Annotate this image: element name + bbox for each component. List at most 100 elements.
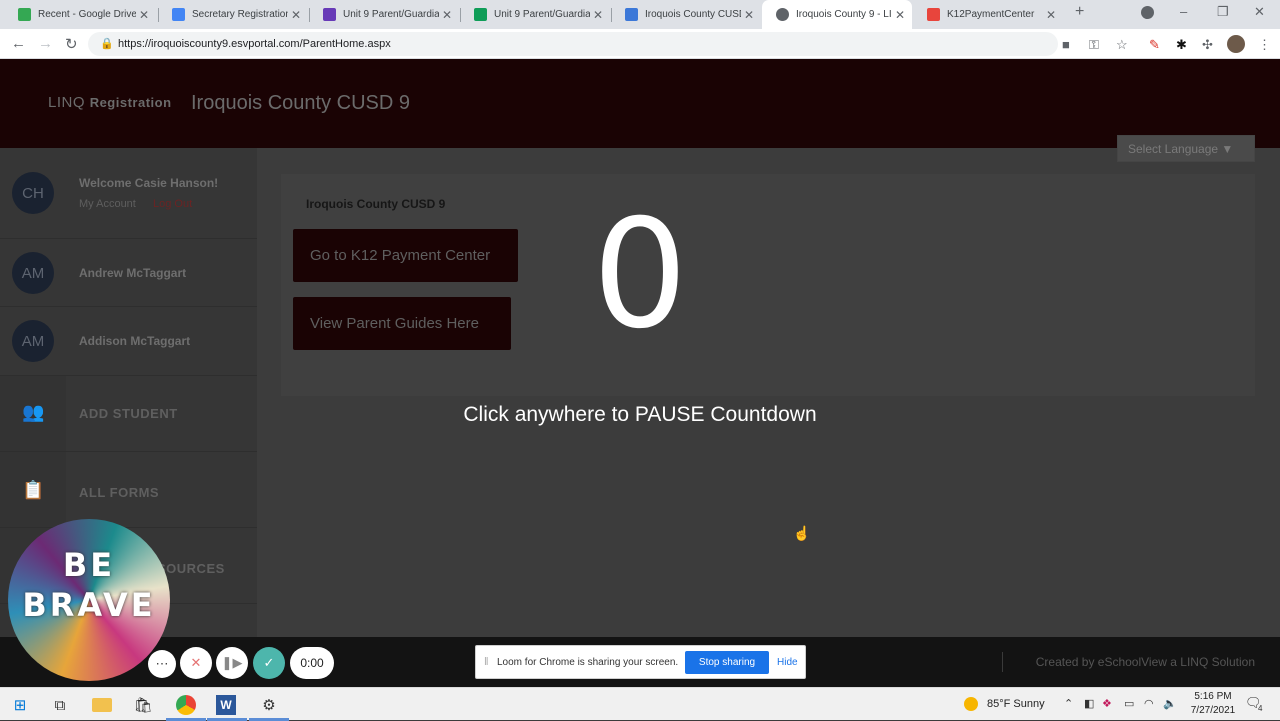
tab-google-drive[interactable]: Recent - Google Drive ✕ xyxy=(4,0,156,29)
google-drive-icon xyxy=(18,8,31,21)
card-title: Iroquois County CUSD 9 xyxy=(306,197,446,211)
pen-extension-icon[interactable]: ✎ xyxy=(1149,37,1160,53)
student-name: Andrew McTaggart xyxy=(79,266,187,280)
maximize-icon[interactable]: ❐ xyxy=(1217,4,1229,20)
menu-label: ALL FORMS xyxy=(79,485,160,500)
clock-date: 7/27/2021 xyxy=(1190,705,1236,716)
camera-icon[interactable]: ■ xyxy=(1062,37,1070,52)
chrome-icon[interactable] xyxy=(176,695,196,715)
window-close-icon[interactable]: ✕ xyxy=(1254,4,1265,20)
clock-time: 5:16 PM xyxy=(1194,691,1232,702)
close-icon[interactable]: ✕ xyxy=(1043,8,1059,22)
close-icon[interactable]: ✕ xyxy=(590,8,606,22)
tray-chevron-icon[interactable]: ⌃ xyxy=(1064,697,1073,710)
sidebar-item-add-student[interactable]: 👥 ADD STUDENT xyxy=(0,376,257,452)
profile-avatar[interactable] xyxy=(1227,35,1245,53)
sidebar-item-student[interactable]: AM Andrew McTaggart xyxy=(0,239,257,307)
minimize-icon[interactable]: – xyxy=(1180,4,1187,19)
file-explorer-icon[interactable] xyxy=(92,698,112,712)
close-icon[interactable]: ✕ xyxy=(136,8,152,22)
volume-icon[interactable]: 🔈 xyxy=(1163,697,1177,710)
system-clock[interactable]: 5:16 PM 7/27/2021 xyxy=(1184,690,1242,718)
battery-icon[interactable]: ▭ xyxy=(1124,697,1134,710)
key-icon[interactable]: ⚿ xyxy=(1089,37,1099,53)
new-tab-icon[interactable]: + xyxy=(1075,3,1084,21)
reload-icon[interactable]: ↻ xyxy=(65,35,78,53)
tab-title: Iroquois County CUSD xyxy=(645,9,741,20)
calendar-icon xyxy=(625,8,638,21)
tab-unit9-sheet[interactable]: Unit 9 Parent/Guardian ✕ xyxy=(460,0,610,29)
my-account-link[interactable]: My Account xyxy=(79,198,136,210)
footer-credit[interactable]: Created by eSchoolView a LINQ Solution xyxy=(1036,655,1255,669)
tab-secretary-registration[interactable]: Secretary Registration ✕ xyxy=(158,0,308,29)
tab-k12-payment-center[interactable]: K12PaymentCenter ✕ xyxy=(913,0,1063,29)
browser-tab-strip: Recent - Google Drive ✕ Secretary Regist… xyxy=(0,0,1280,29)
loom-more-icon[interactable]: ⋯ xyxy=(148,650,176,678)
globe-icon xyxy=(776,8,789,21)
sidebar-item-all-forms[interactable]: 📋 ALL FORMS xyxy=(0,452,257,528)
close-icon[interactable]: ✕ xyxy=(741,8,757,22)
clipboard-icon: 📋 xyxy=(22,480,45,500)
language-select[interactable]: Select Language ▼ xyxy=(1117,135,1255,162)
close-icon[interactable]: ✕ xyxy=(439,8,455,22)
quick-links-card: Iroquois County CUSD 9 Go to K12 Payment… xyxy=(281,174,1255,396)
tab-search-icon[interactable] xyxy=(1141,6,1154,19)
google-forms-icon xyxy=(323,8,336,21)
welcome-text: Welcome Casie Hanson! xyxy=(79,176,219,190)
pause-countdown-hint[interactable]: Click anywhere to PAUSE Countdown xyxy=(380,403,900,427)
wifi-icon[interactable]: ◠ xyxy=(1144,697,1154,710)
browser-toolbar: ← → ↻ 🔒 https://iroquoiscounty9.esvporta… xyxy=(0,29,1280,59)
address-bar[interactable]: 🔒 https://iroquoiscounty9.esvportal.com/… xyxy=(88,32,1058,56)
hide-button[interactable]: Hide xyxy=(777,657,798,668)
loom-camera-bubble[interactable]: BE BRAVE xyxy=(8,519,170,681)
tray-app-icon[interactable]: ◧ xyxy=(1084,697,1094,710)
windows-start-icon[interactable]: ⊞ xyxy=(10,695,30,715)
avatar: AM xyxy=(12,320,54,362)
asterisk-extension-icon[interactable]: ✱ xyxy=(1176,37,1187,53)
word-icon[interactable]: W xyxy=(216,695,236,715)
back-icon[interactable]: ← xyxy=(11,35,26,52)
loom-cancel-icon[interactable]: ✕ xyxy=(180,647,212,679)
google-sheets-icon xyxy=(474,8,487,21)
tab-title: Secretary Registration xyxy=(192,9,288,20)
close-icon[interactable]: ✕ xyxy=(892,8,908,22)
loom-pause-icon[interactable]: ❚▶ xyxy=(216,647,248,679)
screen-share-notification: ‖ Loom for Chrome is sharing your screen… xyxy=(475,645,806,679)
task-view-icon[interactable]: ⧉ xyxy=(50,695,70,715)
lock-icon: 🔒 xyxy=(100,38,114,50)
sun-icon xyxy=(964,697,978,711)
settings-gear-icon[interactable]: ⚙ xyxy=(259,695,279,715)
loom-finish-icon[interactable]: ✓ xyxy=(253,647,285,679)
weather-text[interactable]: 85°F Sunny xyxy=(987,698,1045,710)
registration-logo-text: Registration xyxy=(89,95,172,110)
store-icon[interactable]: 🛍 xyxy=(133,695,153,715)
countdown-number[interactable]: 0 xyxy=(540,190,740,360)
menu-label: ADD STUDENT xyxy=(79,406,178,421)
avatar: CH xyxy=(12,172,54,214)
tab-iroquois-linq[interactable]: Iroquois County 9 - LINQ ✕ xyxy=(762,0,912,29)
tab-iroquois-cusd[interactable]: Iroquois County CUSD ✕ xyxy=(611,0,761,29)
star-icon[interactable]: ☆ xyxy=(1116,37,1128,53)
forward-icon[interactable]: → xyxy=(38,35,53,52)
stop-sharing-button[interactable]: Stop sharing xyxy=(685,651,769,674)
log-out-link[interactable]: Log Out xyxy=(153,198,192,210)
welcome-block: CH Welcome Casie Hanson! My Account Log … xyxy=(0,148,257,239)
tab-unit9-form[interactable]: Unit 9 Parent/Guardian ✕ xyxy=(309,0,459,29)
parent-guides-button[interactable]: View Parent Guides Here xyxy=(293,297,511,350)
badge-text-line2: BRAVE xyxy=(22,586,156,624)
k12-payment-center-button[interactable]: Go to K12 Payment Center xyxy=(293,229,518,282)
be-brave-artwork: BE BRAVE xyxy=(8,545,170,625)
close-icon[interactable]: ✕ xyxy=(288,8,304,22)
tab-title: Iroquois County 9 - LINQ xyxy=(796,9,892,20)
url-text: https://iroquoiscounty9.esvportal.com/Pa… xyxy=(118,38,391,50)
drag-handle-icon[interactable]: ‖ xyxy=(484,656,489,668)
k12-payment-icon xyxy=(927,8,940,21)
extensions-puzzle-icon[interactable]: ✣ xyxy=(1202,37,1213,53)
sidebar-item-student[interactable]: AM Addison McTaggart xyxy=(0,307,257,376)
linq-registration-logo[interactable]: LINQ Registration xyxy=(48,94,172,111)
menu-kebab-icon[interactable]: ⋮ xyxy=(1258,37,1271,53)
tray-dropbox-icon[interactable]: ❖ xyxy=(1102,697,1112,710)
loom-timer: 0:00 xyxy=(290,647,334,679)
tab-title: Unit 9 Parent/Guardian xyxy=(494,9,590,20)
student-name: Addison McTaggart xyxy=(79,334,191,348)
